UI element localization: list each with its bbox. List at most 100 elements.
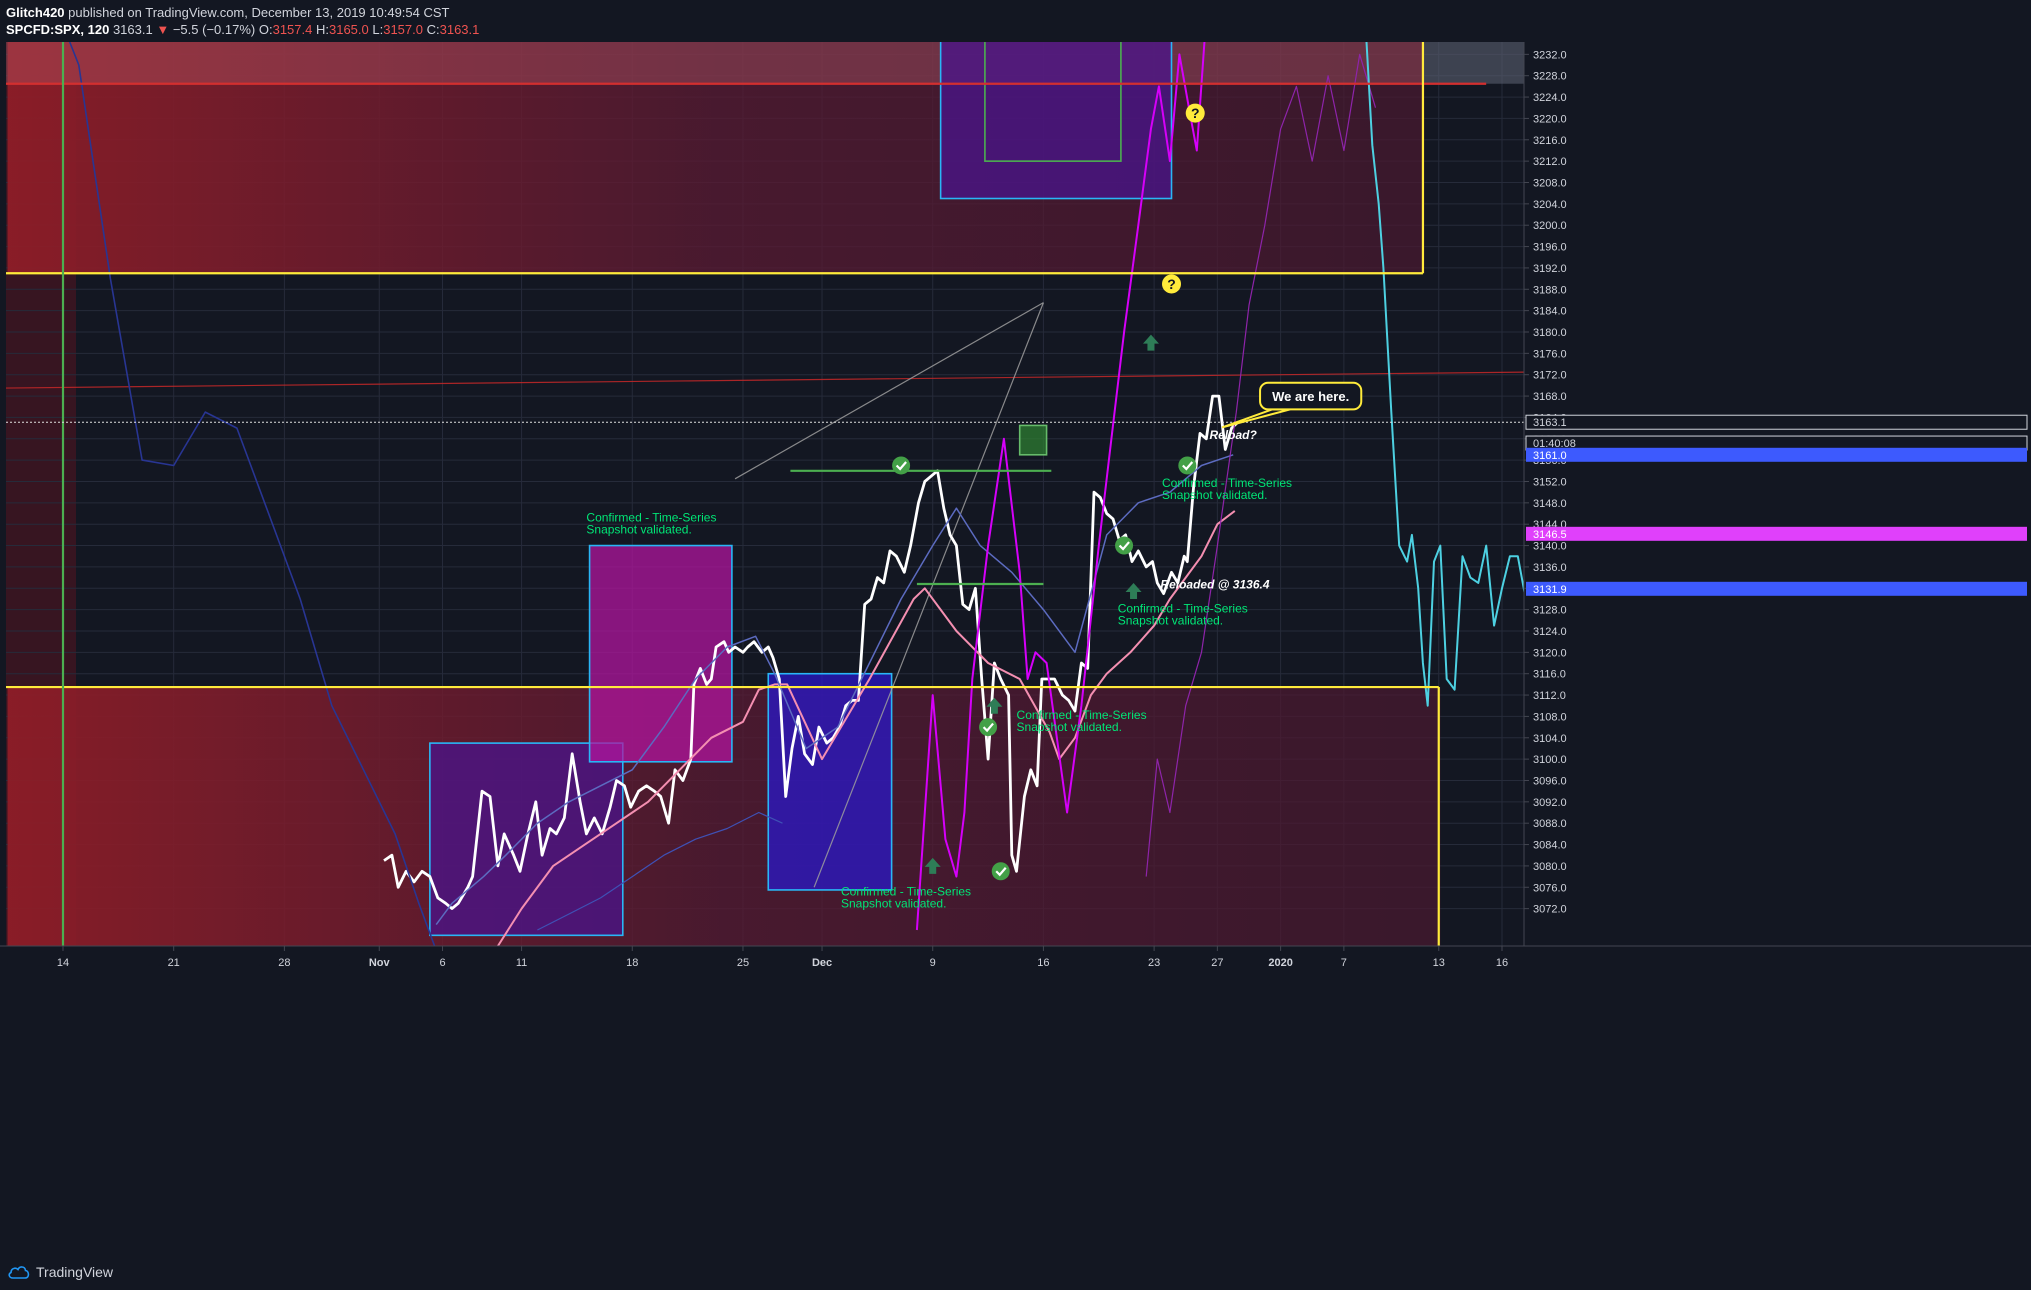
question-glyph: ? [1191,105,1200,121]
high-value: 3165.0 [328,22,369,37]
price-badge-pink [1526,526,2027,541]
open-label: O: [258,22,273,37]
x-tick-label: 21 [168,957,180,969]
y-tick-label: 3228.0 [1533,71,1567,83]
y-tick-label: 3076.0 [1533,882,1567,894]
check-icon [979,718,998,737]
y-tick-label: 3176.0 [1533,348,1567,360]
x-tick-label: 18 [626,957,638,969]
x-tick-label: 23 [1148,957,1160,969]
check-circle [892,456,911,475]
y-tick-label: 3196.0 [1533,242,1567,254]
y-tick-label: 3208.0 [1533,177,1567,189]
question-icon: ? [1185,103,1205,123]
close-label: C: [426,22,440,37]
y-tick-label: 3172.0 [1533,370,1567,382]
y-tick-label: 3124.0 [1533,626,1567,638]
check-icon [892,456,911,475]
label-reloaded: Reloaded @ 3136.4 [1160,577,1269,591]
label-confirmed-4-line: Snapshot validated. [1118,613,1223,627]
y-tick-label: 3180.0 [1533,327,1567,339]
x-tick-label: 6 [439,957,445,969]
y-tick-label: 3220.0 [1533,113,1567,125]
x-tick-label: 28 [278,957,290,969]
box-magenta [588,544,733,763]
top-band-right [1422,42,1524,84]
callout-text: We are here. [1272,389,1349,404]
y-tick-label: 3204.0 [1533,199,1567,211]
x-tick-label: 16 [1496,957,1508,969]
y-tick-label: 3096.0 [1533,775,1567,787]
y-tick-label: 3232.0 [1533,49,1567,61]
y-tick-label: 3212.0 [1533,156,1567,168]
price-badge-label: 3131.9 [1533,584,1567,596]
price-change: −5.5 (−0.17%) [172,22,256,37]
x-tick-label: 16 [1037,957,1049,969]
y-tick-label: 3100.0 [1533,754,1567,766]
question-glyph: ? [1167,276,1176,292]
publish-info: published on TradingView.com, December 1… [68,5,450,20]
x-tick-label: 2020 [1268,957,1292,969]
price-badge-label: 3146.5 [1533,529,1567,541]
y-tick-label: 3088.0 [1533,818,1567,830]
x-tick-label: 9 [930,957,936,969]
tradingview-logo[interactable]: TradingView [8,1264,113,1280]
price-badge-last [1525,414,2028,430]
x-tick-label: Nov [369,957,391,969]
check-icon [991,862,1010,881]
time-axis-bg [0,946,2031,1252]
price-badge-label: 3161.0 [1533,450,1567,462]
label-reload-line: Reload? [1209,428,1257,442]
check-circle [979,718,998,737]
y-tick-label: 3084.0 [1533,840,1567,852]
y-tick-label: 3136.0 [1533,562,1567,574]
label-reloaded-line: Reloaded @ 3136.4 [1160,577,1269,591]
y-tick-label: 3112.0 [1533,690,1566,702]
y-tick-label: 3128.0 [1533,605,1567,617]
author-name[interactable]: Glitch420 [6,5,65,20]
x-tick-label: 11 [516,957,527,969]
down-triangle-icon: ▼ [156,22,170,37]
y-tick-label: 3116.0 [1533,669,1566,681]
label-confirmed-5-line: Snapshot validated. [1162,488,1267,502]
price-badge-blue [1526,447,2027,462]
open-value: 3157.4 [272,22,313,37]
price-chart[interactable]: ??Confirmed - Time-Series Snapshot valida… [0,42,2031,1270]
y-tick-label: 3200.0 [1533,220,1567,232]
y-tick-label: 3192.0 [1533,263,1567,275]
y-tick-label: 3168.0 [1533,391,1567,403]
x-tick-label: 14 [57,957,69,969]
y-tick-label: 3092.0 [1533,797,1567,809]
brand-name: TradingView [36,1264,114,1280]
question-icon: ? [1162,274,1182,294]
check-icon [1178,456,1197,475]
cloud-icon [8,1266,30,1279]
check-circle [1178,456,1197,475]
y-tick-label: 3216.0 [1533,135,1567,147]
symbol-label: SPCFD:SPX, 120 [6,22,110,37]
box-top-cyan [939,42,1173,200]
price-axis-bg [1524,42,2031,946]
x-tick-label: 27 [1211,957,1223,969]
x-tick-label: Dec [812,957,832,969]
y-tick-label: 3188.0 [1533,284,1567,296]
low-label: L: [372,22,384,37]
y-tick-label: 3140.0 [1533,541,1567,553]
check-icon [1115,536,1134,555]
y-tick-label: 3152.0 [1533,476,1567,488]
label-confirmed-2-line: Snapshot validated. [841,896,946,910]
y-tick-label: 3184.0 [1533,306,1567,318]
y-tick-label: 3120.0 [1533,647,1567,659]
y-tick-label: 3224.0 [1533,92,1567,104]
price-badge-blue [1526,581,2027,596]
label-reload: Reload? [1209,428,1257,442]
y-tick-label: 3072.0 [1533,904,1567,916]
y-tick-label: 3104.0 [1533,733,1567,745]
check-circle [1115,536,1134,555]
chart-header: Glitch420 published on TradingView.com, … [0,0,2031,42]
y-tick-label: 3148.0 [1533,498,1567,510]
last-price: 3163.1 [112,22,153,37]
low-value: 3157.0 [383,22,423,37]
ohlc-line: SPCFD:SPX, 120 3163.1 ▼ −5.5 (−0.17%) O:… [6,22,479,37]
x-tick-label: 7 [1341,957,1347,969]
